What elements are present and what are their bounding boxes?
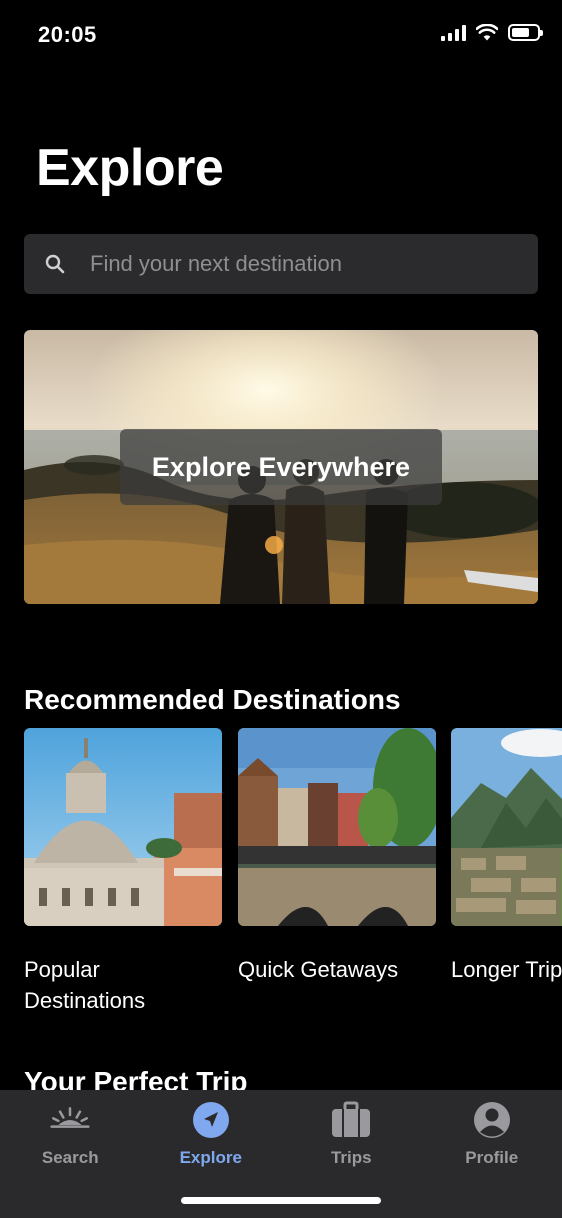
destination-card-popular[interactable]: Popular Destinations [24,728,222,1016]
tab-search[interactable]: Search [0,1090,141,1218]
tab-label-search: Search [41,1148,99,1167]
battery-icon [508,24,543,41]
destination-label-line: Destinations [24,988,146,1013]
wifi-icon [476,24,498,41]
destination-card-quick-getaways[interactable]: Quick Getaways [238,728,436,985]
tab-label-profile: Profile [465,1148,519,1167]
destination-label-quick-getaways: Quick Getaways [238,954,436,985]
hero-label-overlay: Explore Everywhere [120,429,442,505]
status-bar: 20:05 [0,0,562,70]
destination-label-line: Popular [24,957,100,982]
profile-icon [472,1100,512,1140]
search-icon [45,254,65,274]
page-title: Explore [36,139,224,197]
search-input[interactable] [90,251,490,277]
quick-getaways-image [238,728,436,926]
home-indicator[interactable] [181,1197,381,1204]
recommended-destinations-heading: Recommended Destinations [24,684,401,715]
status-icons [441,24,543,41]
search-bar[interactable] [24,234,538,294]
tab-profile[interactable]: Profile [422,1090,562,1218]
navigation-arrow-icon [191,1100,231,1140]
destination-label-line: Quick Getaways [238,957,399,982]
longer-trips-image [451,728,562,926]
tab-label-trips: Trips [330,1148,372,1167]
popular-destinations-image [24,728,222,926]
explore-everywhere-card[interactable]: Explore Everywhere [24,330,538,604]
destination-label-longer-trips: Longer Trips [451,954,562,985]
sunrise-icon [50,1100,90,1140]
destination-card-longer-trips[interactable]: Longer Trips [451,728,562,985]
battery-level [512,28,529,37]
cellular-signal-icon [441,24,466,41]
suitcase-icon [331,1100,371,1140]
recommended-destinations-carousel[interactable]: Popular Destinations Quick Getaways Long… [24,728,562,1028]
status-time: 20:05 [38,22,97,47]
hero-label: Explore Everywhere [151,451,411,482]
destination-label-line: Longer Trips [451,957,562,982]
destination-label-popular: Popular Destinations [24,954,222,1016]
tab-label-explore: Explore [179,1148,242,1167]
